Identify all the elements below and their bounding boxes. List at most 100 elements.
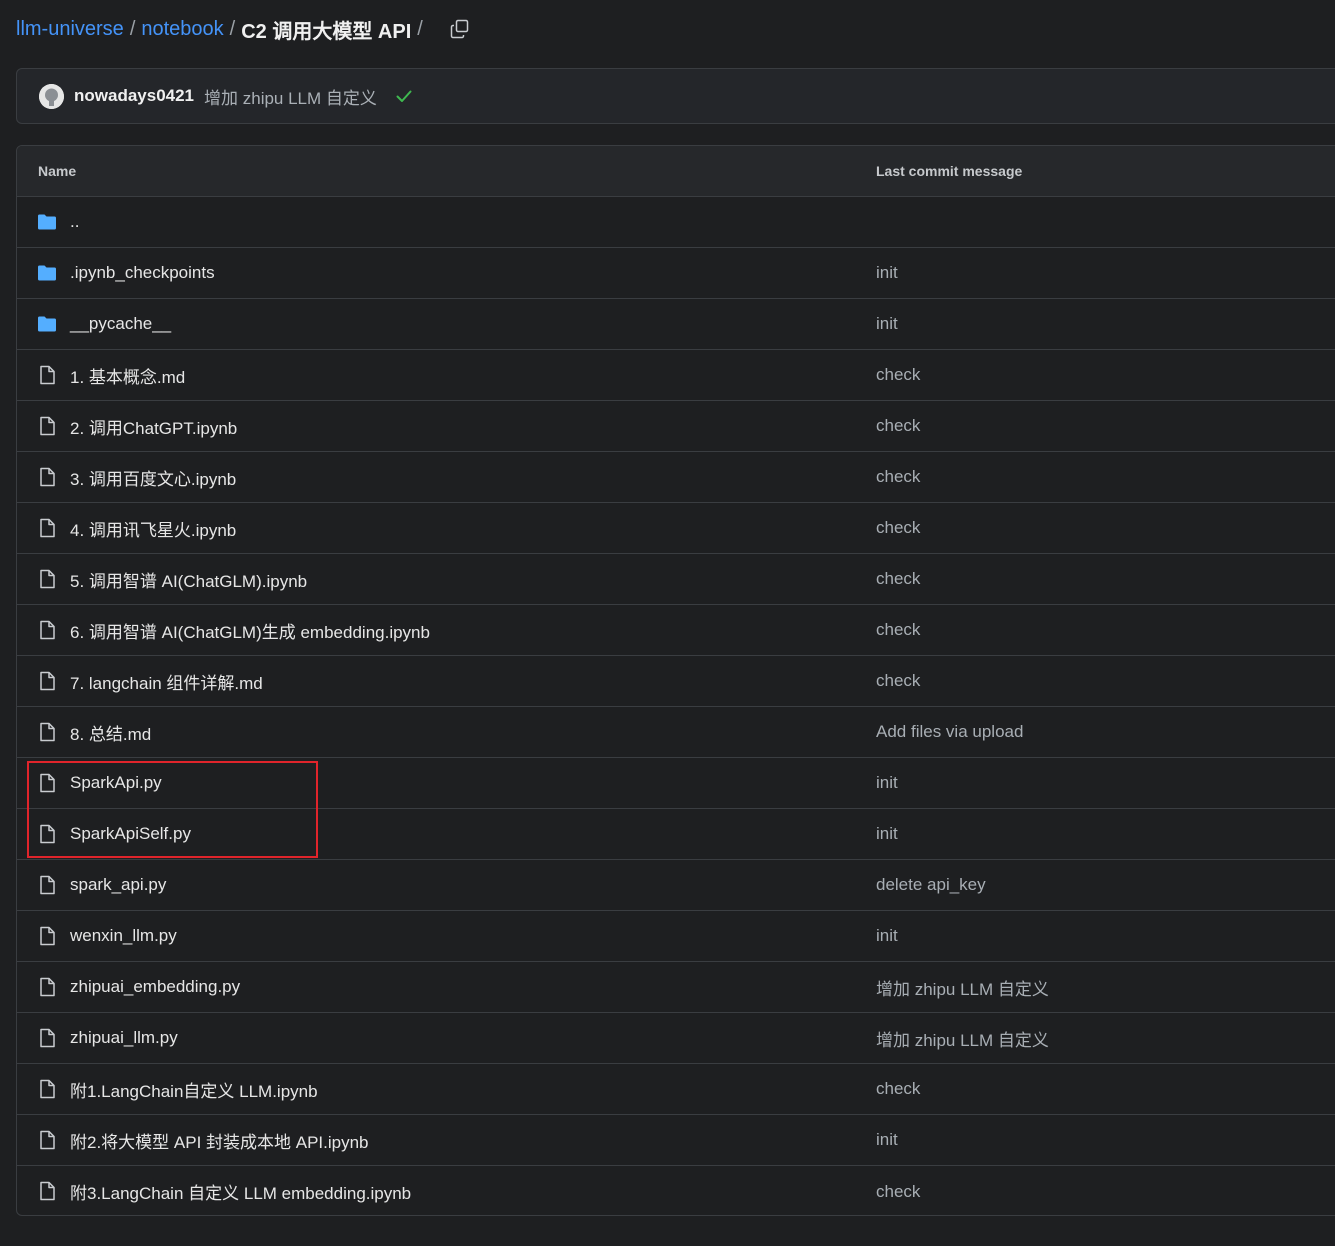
table-header: Name Last commit message	[17, 146, 1335, 197]
file-name-link[interactable]: SparkApi.py	[70, 773, 162, 793]
file-icon	[37, 926, 57, 946]
breadcrumb-repo-link[interactable]: llm-universe	[16, 18, 124, 41]
file-icon	[37, 1130, 57, 1150]
column-header-last-commit-message: Last commit message	[876, 163, 1023, 179]
commit-status-check-icon[interactable]	[395, 87, 413, 105]
commit-message-link[interactable]: check	[876, 518, 920, 538]
file-name-link[interactable]: 6. 调用智谱 AI(ChatGLM)生成 embedding.ipynb	[70, 618, 430, 643]
file-icon	[37, 365, 57, 385]
github-avatar-icon	[39, 83, 64, 109]
file-icon	[37, 773, 57, 793]
commit-message-link[interactable]: check	[876, 365, 920, 385]
table-row[interactable]: ..	[17, 197, 1335, 248]
file-icon	[37, 824, 57, 844]
folder-name-link[interactable]: .ipynb_checkpoints	[70, 263, 215, 283]
file-icon	[37, 1181, 57, 1201]
commit-message-link[interactable]: check	[876, 467, 920, 487]
commit-message-link[interactable]: check	[876, 1182, 920, 1202]
file-icon	[37, 1079, 57, 1099]
commit-message-link[interactable]: check	[876, 671, 920, 691]
file-icon	[37, 518, 57, 538]
table-row[interactable]: 1. 基本概念.md check	[17, 350, 1335, 401]
file-name-link[interactable]: 8. 总结.md	[70, 720, 151, 745]
commit-message-link[interactable]: check	[876, 569, 920, 589]
copy-path-button[interactable]	[449, 18, 471, 40]
table-row[interactable]: 附3.LangChain 自定义 LLM embedding.ipynb chec…	[17, 1166, 1335, 1215]
file-name-link[interactable]: 2. 调用ChatGPT.ipynb	[70, 414, 237, 439]
commit-message-link[interactable]: check	[876, 1079, 920, 1099]
latest-commit-bar: nowadays0421 增加 zhipu LLM 自定义	[16, 68, 1335, 124]
table-row[interactable]: 4. 调用讯飞星火.ipynb check	[17, 503, 1335, 554]
table-row[interactable]: SparkApi.py init	[17, 758, 1335, 809]
commit-message-link[interactable]: check	[876, 620, 920, 640]
table-row[interactable]: 附1.LangChain自定义 LLM.ipynb check	[17, 1064, 1335, 1115]
file-name-link[interactable]: 4. 调用讯飞星火.ipynb	[70, 516, 236, 541]
breadcrumb-folder-link[interactable]: notebook	[141, 18, 223, 41]
file-name-link[interactable]: SparkApiSelf.py	[70, 824, 191, 844]
file-icon	[37, 875, 57, 895]
breadcrumb-separator: /	[417, 17, 423, 40]
commit-message-link[interactable]: Add files via upload	[876, 722, 1023, 742]
file-name-link[interactable]: wenxin_llm.py	[70, 926, 177, 946]
commit-message-link[interactable]: init	[876, 263, 898, 283]
table-row[interactable]: __pycache__ init	[17, 299, 1335, 350]
folder-icon	[37, 263, 57, 283]
file-name-link[interactable]: zhipuai_llm.py	[70, 1028, 178, 1048]
file-icon	[37, 416, 57, 436]
table-row[interactable]: wenxin_llm.py init	[17, 911, 1335, 962]
folder-icon	[37, 212, 57, 232]
commit-author-link[interactable]: nowadays0421	[74, 86, 194, 106]
file-icon	[37, 671, 57, 691]
commit-message-link[interactable]: init	[876, 773, 898, 793]
file-name-link[interactable]: 附1.LangChain自定义 LLM.ipynb	[70, 1077, 318, 1102]
column-header-name: Name	[38, 163, 77, 179]
file-name-link[interactable]: 7. langchain 组件详解.md	[70, 669, 263, 694]
file-list-table: Name Last commit message .. .ipynb_checkp…	[16, 145, 1335, 1216]
table-row[interactable]: 3. 调用百度文心.ipynb check	[17, 452, 1335, 503]
file-name-link[interactable]: 附3.LangChain 自定义 LLM embedding.ipynb	[70, 1179, 411, 1204]
file-name-link[interactable]: 3. 调用百度文心.ipynb	[70, 465, 236, 490]
commit-message-link[interactable]: init	[876, 314, 898, 334]
commit-message-link[interactable]: 增加 zhipu LLM 自定义	[204, 84, 377, 109]
avatar[interactable]	[39, 83, 64, 109]
file-icon	[37, 977, 57, 997]
commit-message-link[interactable]: init	[876, 824, 898, 844]
table-row[interactable]: spark_api.py delete api_key	[17, 860, 1335, 911]
table-row[interactable]: 6. 调用智谱 AI(ChatGLM)生成 embedding.ipynb che…	[17, 605, 1335, 656]
file-name-link[interactable]: 1. 基本概念.md	[70, 363, 185, 388]
file-list-rows: .. .ipynb_checkpoints init __pycache__ init 1…	[17, 197, 1335, 1215]
file-icon	[37, 620, 57, 640]
folder-name-link[interactable]: ..	[70, 212, 79, 232]
commit-message-link[interactable]: delete api_key	[876, 875, 986, 895]
file-icon	[37, 1028, 57, 1048]
table-row[interactable]: SparkApiSelf.py init	[17, 809, 1335, 860]
table-row[interactable]: zhipuai_embedding.py 增加 zhipu LLM 自定义	[17, 962, 1335, 1013]
check-icon	[396, 90, 412, 102]
table-row[interactable]: 7. langchain 组件详解.md check	[17, 656, 1335, 707]
commit-message-link[interactable]: check	[876, 416, 920, 436]
file-name-link[interactable]: 5. 调用智谱 AI(ChatGLM).ipynb	[70, 567, 307, 592]
folder-name-link[interactable]: __pycache__	[70, 314, 171, 334]
commit-message-link[interactable]: init	[876, 1130, 898, 1150]
file-name-link[interactable]: 附2.将大模型 API 封装成本地 API.ipynb	[70, 1128, 369, 1153]
table-row[interactable]: zhipuai_llm.py 增加 zhipu LLM 自定义	[17, 1013, 1335, 1064]
file-name-link[interactable]: spark_api.py	[70, 875, 166, 895]
file-icon	[37, 722, 57, 742]
folder-icon	[37, 314, 57, 334]
breadcrumb-current-folder: C2 调用大模型 API	[241, 20, 412, 43]
table-row[interactable]: .ipynb_checkpoints init	[17, 248, 1335, 299]
breadcrumb-separator: /	[129, 17, 136, 40]
table-row[interactable]: 附2.将大模型 API 封装成本地 API.ipynb init	[17, 1115, 1335, 1166]
breadcrumb-separator: /	[229, 17, 236, 40]
commit-message-link[interactable]: 增加 zhipu LLM 自定义	[876, 1026, 1049, 1051]
table-row[interactable]: 5. 调用智谱 AI(ChatGLM).ipynb check	[17, 554, 1335, 605]
copy-icon	[450, 19, 469, 39]
commit-message-link[interactable]: 增加 zhipu LLM 自定义	[876, 975, 1049, 1000]
breadcrumb: llm-universe / notebook / C2 调用大模型 API /	[16, 14, 471, 44]
file-icon	[37, 569, 57, 589]
file-name-link[interactable]: zhipuai_embedding.py	[70, 977, 240, 997]
commit-message-link[interactable]: init	[876, 926, 898, 946]
file-icon	[37, 467, 57, 487]
table-row[interactable]: 8. 总结.md Add files via upload	[17, 707, 1335, 758]
table-row[interactable]: 2. 调用ChatGPT.ipynb check	[17, 401, 1335, 452]
